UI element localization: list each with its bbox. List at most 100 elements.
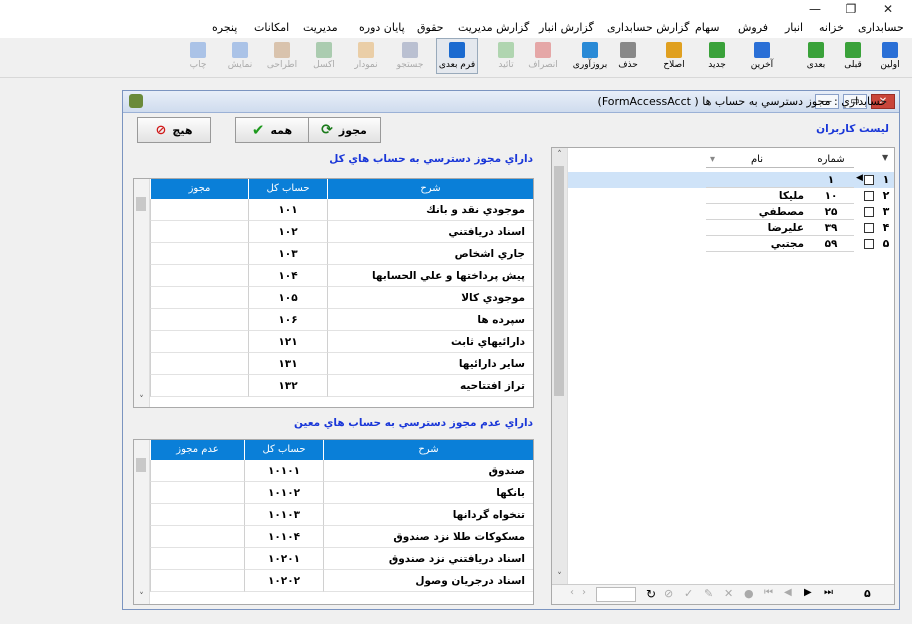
- record-icon[interactable]: ●: [744, 587, 754, 600]
- table-cell-description[interactable]: تنخواه گردانها: [323, 504, 533, 526]
- table-cell-permission[interactable]: [150, 375, 248, 397]
- user-number[interactable]: ۲۵: [808, 204, 854, 220]
- allowed-header-permission[interactable]: مجوز: [150, 179, 248, 199]
- table-cell-permission[interactable]: [150, 309, 248, 331]
- denied-header-denied[interactable]: عدم مجوز: [150, 440, 244, 460]
- user-checkbox[interactable]: [864, 239, 874, 249]
- toolbar-next-button[interactable]: بعدی: [799, 38, 833, 74]
- user-name[interactable]: مصطفي: [706, 204, 808, 220]
- menu-item-treasury[interactable]: خزانه: [819, 21, 844, 34]
- table-cell-description[interactable]: سپرده ها: [327, 309, 533, 331]
- last-record-icon[interactable]: ⏭: [824, 587, 833, 598]
- denied-grid-scroll-thumb[interactable]: [136, 458, 146, 472]
- menu-item-window[interactable]: پنجره: [212, 21, 237, 34]
- app-restore-button[interactable]: ❐: [836, 0, 866, 18]
- table-cell-permission[interactable]: [150, 265, 248, 287]
- table-cell-account[interactable]: ۱۰۱۰۴: [244, 526, 323, 548]
- menu-item-inventory-report[interactable]: گزارش انبار: [539, 21, 594, 34]
- menu-item-inventory[interactable]: انبار: [785, 21, 803, 34]
- table-cell-description[interactable]: صندوق: [323, 460, 533, 482]
- toolbar-first-button[interactable]: اولین: [873, 38, 907, 74]
- table-cell-description[interactable]: اسناد درجريان وصول: [323, 570, 533, 592]
- toolbar-refresh-button[interactable]: بروزآوری: [570, 38, 610, 74]
- table-cell-description[interactable]: بانكها: [323, 482, 533, 504]
- users-grid-scroll-thumb[interactable]: [554, 166, 564, 396]
- table-cell-permission[interactable]: [150, 331, 248, 353]
- user-name[interactable]: [706, 172, 808, 188]
- allowed-grid-scrollbar[interactable]: ˅: [134, 179, 150, 407]
- user-checkbox[interactable]: [864, 207, 874, 217]
- table-cell-permission[interactable]: [150, 199, 248, 221]
- table-cell-account[interactable]: ۱۰۱۰۲: [244, 482, 323, 504]
- menu-item-admin[interactable]: مدیریت: [303, 21, 338, 34]
- user-name[interactable]: مليكا: [706, 188, 808, 204]
- table-cell-account[interactable]: ۱۰۶: [248, 309, 327, 331]
- table-cell-account[interactable]: ۱۰۴: [248, 265, 327, 287]
- table-cell-account[interactable]: ۱۰۱: [248, 199, 327, 221]
- users-header-name[interactable]: نام ▾: [706, 151, 808, 168]
- toolbar-cancel-button[interactable]: انصراف: [526, 38, 560, 74]
- toolbar-last-button[interactable]: آخرین: [745, 38, 779, 74]
- table-cell-denied[interactable]: [150, 504, 244, 526]
- cancel-icon[interactable]: ⊘: [664, 587, 673, 600]
- menu-item-management-report[interactable]: گزارش مدیریت: [458, 21, 529, 34]
- toolbar-new-button[interactable]: جدید: [700, 38, 734, 74]
- user-name[interactable]: مجتبي: [706, 236, 808, 252]
- check-icon[interactable]: ✓: [684, 587, 693, 600]
- user-checkbox[interactable]: [864, 191, 874, 201]
- table-cell-denied[interactable]: [150, 548, 244, 570]
- allowed-grid-scroll-thumb[interactable]: [136, 197, 146, 211]
- toolbar-previous-button[interactable]: قبلی: [836, 38, 870, 74]
- select-all-button[interactable]: ✔ همه: [235, 117, 309, 143]
- table-cell-account[interactable]: ۱۳۱: [248, 353, 327, 375]
- user-number[interactable]: ۳۹: [808, 220, 854, 236]
- table-cell-description[interactable]: جاري اشخاص: [327, 243, 533, 265]
- toolbar-chart-button[interactable]: نمودار: [349, 38, 383, 74]
- filter-icon[interactable]: ▼: [882, 153, 888, 162]
- user-row[interactable]: مجتبي ۵۹ ۵: [568, 236, 894, 252]
- user-name[interactable]: عليرضا: [706, 220, 808, 236]
- first-record-icon[interactable]: ⏮: [764, 587, 773, 598]
- pencil-icon[interactable]: ✎: [704, 587, 713, 600]
- toolbar-print-button[interactable]: چاپ: [181, 38, 215, 74]
- table-cell-denied[interactable]: [150, 460, 244, 482]
- table-cell-account[interactable]: ۱۰۱۰۱: [244, 460, 323, 482]
- table-cell-description[interactable]: تراز افتتاحيه: [327, 375, 533, 397]
- denied-grid-scrollbar[interactable]: ˅: [134, 440, 150, 604]
- toolbar-design-button[interactable]: اطراحی: [265, 38, 299, 74]
- table-cell-permission[interactable]: [150, 353, 248, 375]
- table-cell-account[interactable]: ۱۲۱: [248, 331, 327, 353]
- allowed-header-account[interactable]: حساب كل: [248, 179, 327, 199]
- table-cell-denied[interactable]: [150, 482, 244, 504]
- table-cell-description[interactable]: پيش پرداختها و علي الحسابها: [327, 265, 533, 287]
- user-number[interactable]: ۵۹: [808, 236, 854, 252]
- toolbar-search-button[interactable]: جستجو: [393, 38, 427, 74]
- table-cell-account[interactable]: ۱۰۵: [248, 287, 327, 309]
- toolbar-delete-button[interactable]: حذف: [611, 38, 645, 74]
- menu-item-accounting[interactable]: حسابداری: [858, 21, 904, 34]
- chevron-up-icon[interactable]: ˄: [552, 150, 567, 160]
- user-checkbox[interactable]: [864, 223, 874, 233]
- toolbar-preview-button[interactable]: نمایش: [223, 38, 257, 74]
- table-cell-denied[interactable]: [150, 526, 244, 548]
- users-header-number[interactable]: شماره: [808, 151, 854, 168]
- toolbar-edit-button[interactable]: اصلاح: [657, 38, 691, 74]
- prev-record-icon[interactable]: ◀: [784, 587, 792, 598]
- user-row[interactable]: مليكا ۱۰ ۲: [568, 188, 894, 204]
- toolbar-excel-button[interactable]: اکسل: [307, 38, 341, 74]
- table-cell-account[interactable]: ۱۰۲۰۱: [244, 548, 323, 570]
- table-cell-description[interactable]: موجودي نقد و بانك: [327, 199, 533, 221]
- grant-button[interactable]: ⟳ مجوز: [307, 117, 381, 143]
- app-minimize-button[interactable]: —: [800, 0, 830, 18]
- chevron-down-icon[interactable]: ˅: [134, 592, 149, 602]
- toolbar-next-form-button[interactable]: فرم بعدی: [436, 38, 478, 74]
- menu-item-sales[interactable]: فروش: [738, 21, 768, 34]
- table-cell-account[interactable]: ۱۰۳: [248, 243, 327, 265]
- table-cell-permission[interactable]: [150, 221, 248, 243]
- menu-item-period-end[interactable]: پایان دوره: [359, 21, 405, 34]
- table-cell-account[interactable]: ۱۰۲۰۲: [244, 570, 323, 592]
- menu-item-accounting-report[interactable]: گزارش حسابداری: [607, 21, 689, 34]
- user-number[interactable]: ۱: [808, 172, 854, 188]
- users-grid-scrollbar[interactable]: ˄ ˅: [552, 148, 568, 584]
- user-row[interactable]: ۱ ◀ ۱: [568, 172, 894, 188]
